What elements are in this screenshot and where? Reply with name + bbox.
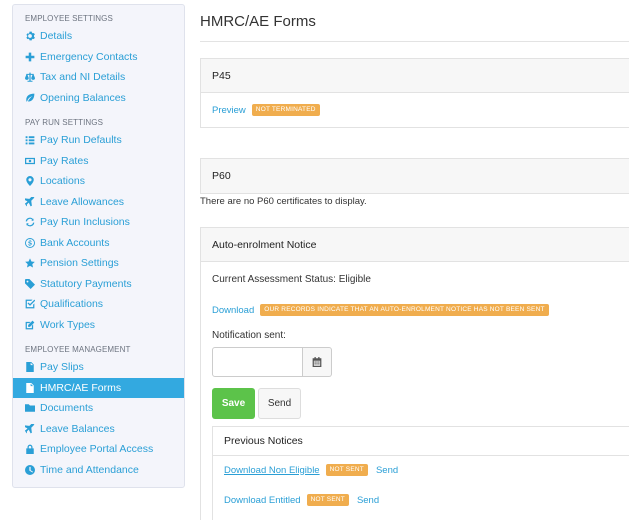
tag-icon xyxy=(25,278,35,289)
send-non-eligible-link[interactable]: Send xyxy=(376,465,398,476)
calendar-icon xyxy=(312,357,322,367)
p45-status-badge: NOT TERMINATED xyxy=(251,104,320,116)
sidebar-item-emergency-contacts[interactable]: Emergency Contacts xyxy=(13,47,184,68)
ae-not-sent-warning-badge: OUR RECORDS INDICATE THAT AN AUTO-ENROLM… xyxy=(260,304,549,316)
calendar-button[interactable] xyxy=(303,347,332,377)
plus-icon xyxy=(25,52,35,62)
sidebar-item-label: Pension Settings xyxy=(40,257,119,269)
sidebar-item-label: Bank Accounts xyxy=(40,236,110,249)
p60-panel: P60 xyxy=(200,158,629,194)
sidebar-item-pay-rates[interactable]: Pay Rates xyxy=(13,151,184,172)
p45-heading: P45 xyxy=(201,59,629,93)
sidebar-item-label: Work Types xyxy=(40,318,96,331)
gear-icon xyxy=(25,31,35,41)
sidebar-item-label: Leave Balances xyxy=(40,422,115,435)
list-icon xyxy=(25,135,35,145)
not-sent-badge: NOT SENT xyxy=(325,464,368,476)
page-title: HMRC/AE Forms xyxy=(200,13,316,30)
file-icon xyxy=(25,362,35,373)
p45-preview-link[interactable]: Preview xyxy=(212,105,246,116)
sidebar-item-qualifications[interactable]: Qualifications xyxy=(13,294,184,315)
sidebar-item-label: Pay Slips xyxy=(40,361,84,373)
money-icon xyxy=(25,156,35,166)
refresh-icon xyxy=(25,217,35,227)
clock-icon xyxy=(25,464,35,475)
download-entitled-link[interactable]: Download Entitled xyxy=(224,495,301,506)
sidebar-item-label: HMRC/AE Forms xyxy=(40,381,122,394)
notice-row-non-eligible: Download Non Eligible NOT SENT Send xyxy=(224,464,404,476)
sidebar-item-label: Emergency Contacts xyxy=(40,50,138,63)
sidebar-item-label: Employee Portal Access xyxy=(40,443,154,455)
sidebar-item-opening-balances[interactable]: Opening Balances xyxy=(13,88,184,109)
download-non-eligible-link[interactable]: Download Non Eligible xyxy=(224,465,320,476)
sidebar-item-pension-settings[interactable]: Pension Settings xyxy=(13,253,184,274)
sidebar-item-pay-slips[interactable]: Pay Slips xyxy=(13,357,184,378)
sidebar-item-bank-accounts[interactable]: Bank Accounts xyxy=(13,233,184,254)
star-icon xyxy=(25,258,35,268)
save-button[interactable]: Save xyxy=(212,388,255,419)
dollar-circle-icon xyxy=(25,237,35,248)
auto-enrolment-heading: Auto-enrolment Notice xyxy=(201,228,629,262)
send-entitled-link[interactable]: Send xyxy=(357,495,379,506)
plane-icon xyxy=(25,196,35,207)
sidebar-section-employee-management: EMPLOYEE MANAGEMENT xyxy=(25,345,131,354)
previous-notices-panel: Previous Notices Download Non Eligible N… xyxy=(212,426,629,520)
sidebar-item-label: Documents xyxy=(40,402,94,414)
sidebar-item-documents[interactable]: Documents xyxy=(13,398,184,419)
leaf-icon xyxy=(25,93,35,103)
sidebar-item-time-and-attendance[interactable]: Time and Attendance xyxy=(13,460,184,481)
title-divider xyxy=(200,41,629,42)
sidebar-item-locations[interactable]: Locations xyxy=(13,171,184,192)
sidebar-item-details[interactable]: Details xyxy=(13,26,184,47)
plane-icon xyxy=(25,423,35,434)
p60-divider xyxy=(200,193,629,194)
not-sent-badge: NOT SENT xyxy=(306,494,349,506)
sidebar-item-label: Details xyxy=(40,30,73,42)
sidebar-item-hmrc-ae-forms[interactable]: HMRC/AE Forms xyxy=(13,377,184,398)
sidebar-item-label: Opening Balances xyxy=(40,91,126,104)
sidebar-item-tax-and-ni-details[interactable]: Tax and NI Details xyxy=(13,67,184,88)
p60-heading: P60 xyxy=(201,159,629,194)
check-square-icon xyxy=(25,299,35,309)
lock-icon xyxy=(25,444,35,455)
sidebar-section-pay-run-settings: PAY RUN SETTINGS xyxy=(25,118,104,127)
send-button[interactable]: Send xyxy=(258,388,301,419)
notification-sent-label: Notification sent: xyxy=(212,330,286,341)
sidebar-item-statutory-payments[interactable]: Statutory Payments xyxy=(13,274,184,295)
edit-icon xyxy=(25,320,35,330)
sidebar-item-label: Pay Run Inclusions xyxy=(40,216,130,228)
sidebar-section-employee-settings: EMPLOYEE SETTINGS xyxy=(25,14,113,23)
sidebar-item-label: Statutory Payments xyxy=(40,277,132,290)
sidebar-item-label: Pay Run Defaults xyxy=(40,134,122,146)
sidebar: EMPLOYEE SETTINGS Details Emergency Cont… xyxy=(12,4,185,488)
scales-icon xyxy=(25,72,35,82)
sidebar-item-leave-allowances[interactable]: Leave Allowances xyxy=(13,192,184,213)
ae-download-link[interactable]: Download xyxy=(212,305,254,316)
sidebar-item-label: Pay Rates xyxy=(40,154,89,167)
sidebar-item-label: Time and Attendance xyxy=(40,463,139,476)
sidebar-item-label: Qualifications xyxy=(40,298,104,310)
assessment-status: Current Assessment Status: Eligible xyxy=(212,274,371,285)
file-icon xyxy=(25,382,35,393)
p60-empty-text: There are no P60 certificates to display… xyxy=(200,196,367,207)
auto-enrolment-panel: Auto-enrolment Notice Current Assessment… xyxy=(200,227,629,520)
sidebar-item-label: Leave Allowances xyxy=(40,195,125,208)
notification-date-picker xyxy=(212,347,332,377)
sidebar-item-pay-run-inclusions[interactable]: Pay Run Inclusions xyxy=(13,212,184,233)
previous-notices-heading: Previous Notices xyxy=(213,427,629,456)
p45-panel: P45 Preview NOT TERMINATED xyxy=(200,58,629,128)
sidebar-item-work-types[interactable]: Work Types xyxy=(13,315,184,336)
folder-icon xyxy=(25,403,35,413)
sidebar-item-employee-portal-access[interactable]: Employee Portal Access xyxy=(13,439,184,460)
sidebar-item-leave-balances[interactable]: Leave Balances xyxy=(13,419,184,440)
map-marker-icon xyxy=(25,176,35,187)
sidebar-item-label: Locations xyxy=(40,175,85,187)
notice-row-entitled: Download Entitled NOT SENT Send xyxy=(224,494,385,506)
sidebar-item-pay-run-defaults[interactable]: Pay Run Defaults xyxy=(13,130,184,151)
sidebar-item-label: Tax and NI Details xyxy=(40,71,126,83)
notification-date-input[interactable] xyxy=(212,347,303,377)
